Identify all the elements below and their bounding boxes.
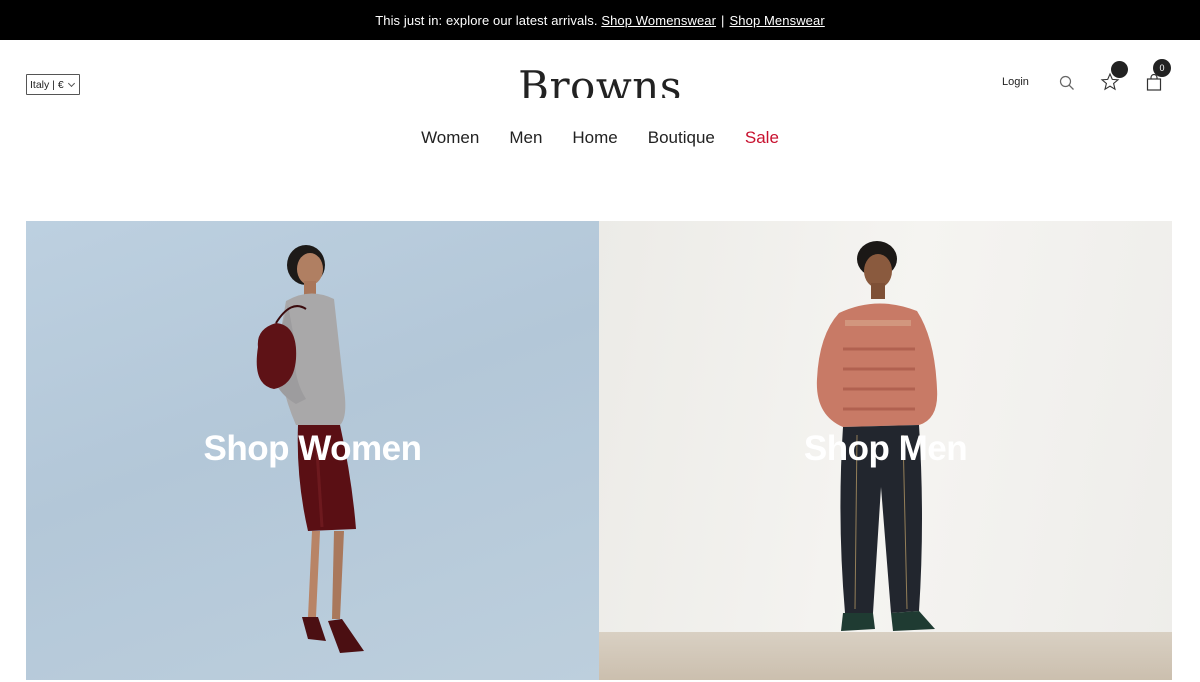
nav-item-men[interactable]: Men	[509, 128, 542, 148]
logo-text: Browns	[518, 62, 682, 98]
announcement-bar: This just in: explore our latest arrival…	[0, 0, 1200, 40]
main-nav: Women Men Home Boutique Sale	[0, 128, 1200, 148]
locale-selector[interactable]: Italy | €	[26, 74, 80, 95]
nav-item-boutique[interactable]: Boutique	[648, 128, 715, 148]
search-icon[interactable]	[1058, 74, 1076, 92]
locale-label: Italy | €	[30, 78, 64, 91]
announcement-text: This just in: explore our latest arrival…	[375, 12, 598, 28]
shop-menswear-link[interactable]: Shop Menswear	[730, 13, 825, 28]
shop-womenswear-link[interactable]: Shop Womenswear	[601, 13, 716, 28]
nav-item-women[interactable]: Women	[421, 128, 479, 148]
announcement-separator: |	[721, 12, 725, 28]
shop-men-banner[interactable]: Shop Men	[599, 221, 1172, 680]
shop-women-label: Shop Women	[203, 429, 422, 468]
nav-item-sale[interactable]: Sale	[745, 128, 779, 148]
wishlist-badge	[1111, 61, 1128, 78]
shop-men-label: Shop Men	[803, 429, 968, 468]
bag-count-badge: 0	[1153, 59, 1171, 77]
login-link[interactable]: Login	[1002, 76, 1029, 88]
shop-women-banner[interactable]: Shop Women	[26, 221, 599, 680]
chevron-down-icon	[67, 79, 75, 87]
nav-item-home[interactable]: Home	[572, 128, 617, 148]
logo[interactable]: Browns	[510, 58, 690, 98]
